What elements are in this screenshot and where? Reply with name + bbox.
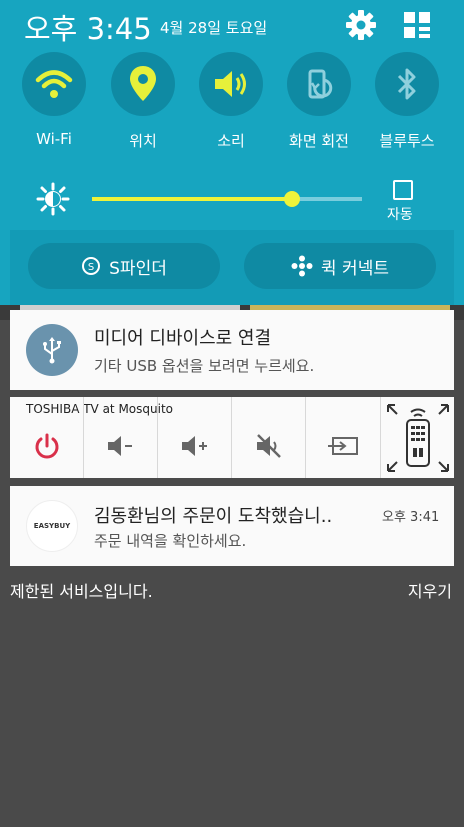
tv-remote-expand-button[interactable] — [381, 401, 454, 475]
notification-footer: 제한된 서비스입니다. 지우기 — [0, 578, 464, 602]
toggle-bluetooth-label: 블루투스 — [379, 132, 435, 150]
power-icon — [35, 433, 58, 459]
quick-connect-icon — [291, 255, 313, 277]
tv-volume-up-button[interactable] — [158, 421, 231, 471]
toggle-sound-label: 소리 — [217, 132, 245, 150]
brightness-icon — [36, 182, 70, 216]
gear-icon[interactable] — [344, 8, 378, 42]
s-finder-label: S파인더 — [109, 258, 167, 279]
edit-grid-icon[interactable] — [402, 10, 432, 40]
toggle-bluetooth-circle[interactable] — [375, 52, 439, 116]
order-notification-title: 김동환님의 주문이 도착했습니.. — [94, 506, 333, 527]
remote-control-icon — [386, 404, 449, 472]
clock-time: 오후 3:45 — [24, 12, 152, 46]
quick-toggles: Wi-Fi 위치 소리 화면 회전 블루투스 — [0, 52, 464, 162]
toggle-location-circle[interactable] — [111, 52, 175, 116]
restricted-service-text: 제한된 서비스입니다. — [10, 582, 153, 601]
volume-down-icon — [107, 436, 132, 456]
order-notification[interactable]: EASYBUY 김동환님의 주문이 도착했습니.. 오후 3:41 주문 내역을… — [10, 486, 454, 566]
svg-text:S: S — [88, 262, 94, 273]
order-notification-subtitle: 주문 내역을 확인하세요. — [94, 532, 247, 550]
volume-up-icon — [181, 436, 207, 456]
auto-brightness-label: 자동 — [387, 207, 413, 223]
brightness-slider-thumb[interactable] — [283, 191, 300, 207]
tv-remote-title: TOSHIBA TV at Mosquito — [26, 402, 173, 416]
app-logo-text: EASYBUY — [33, 522, 71, 530]
quick-connect-button[interactable]: 퀵 커넥트 — [244, 243, 436, 289]
usb-notification-subtitle: 기타 USB 옵션을 보려면 누르세요. — [94, 357, 315, 375]
location-icon — [130, 66, 156, 101]
tv-mute-button[interactable] — [232, 421, 305, 471]
usb-notification-title: 미디어 디바이스로 연결 — [94, 328, 272, 349]
tv-remote-notification: TOSHIBA TV at Mosquito — [10, 397, 454, 478]
quick-panel: 오후 3:45 4월 28일 토요일 Wi-Fi 위치 소리 화면 회전 블루투… — [0, 0, 464, 305]
input-source-icon — [328, 437, 358, 455]
s-finder-button[interactable]: S S파인더 — [28, 243, 220, 289]
rotate-icon — [308, 69, 333, 99]
toggle-location-label: 위치 — [129, 132, 157, 150]
tv-input-source-button[interactable] — [306, 421, 380, 471]
toggle-wifi-circle[interactable] — [22, 52, 86, 116]
order-notification-time: 오후 3:41 — [382, 510, 440, 525]
mute-icon — [256, 434, 281, 458]
tv-volume-down-button[interactable] — [84, 421, 157, 471]
wifi-icon — [35, 70, 73, 98]
auto-brightness-checkbox[interactable] — [393, 180, 413, 200]
clear-all-button[interactable]: 지우기 — [408, 578, 452, 602]
toggle-rotate-circle[interactable] — [287, 52, 351, 116]
toggle-bluetooth[interactable]: 블루투스 — [367, 52, 447, 151]
toggle-wifi[interactable]: Wi-Fi — [14, 52, 94, 148]
toggle-rotate[interactable]: 화면 회전 — [279, 52, 359, 151]
brightness-row: 자동 — [0, 170, 464, 226]
toggle-sound[interactable]: 소리 — [191, 52, 271, 151]
quick-connect-label: 퀵 커넥트 — [321, 258, 389, 279]
tv-power-button[interactable] — [10, 421, 83, 471]
toggle-rotate-label: 화면 회전 — [289, 132, 349, 150]
usb-icon — [26, 324, 78, 376]
brightness-fill — [92, 197, 292, 201]
toggle-wifi-label: Wi-Fi — [36, 130, 72, 148]
sound-icon — [215, 71, 246, 97]
bluetooth-icon — [397, 68, 416, 100]
toggle-sound-circle[interactable] — [199, 52, 263, 116]
clock-date: 4월 28일 토요일 — [160, 19, 268, 37]
app-logo: EASYBUY — [26, 500, 78, 552]
status-row: 오후 3:45 4월 28일 토요일 — [0, 0, 464, 48]
search-icon: S — [82, 257, 101, 275]
usb-notification[interactable]: 미디어 디바이스로 연결 기타 USB 옵션을 보려면 누르세요. — [10, 310, 454, 390]
toggle-location[interactable]: 위치 — [103, 52, 183, 151]
